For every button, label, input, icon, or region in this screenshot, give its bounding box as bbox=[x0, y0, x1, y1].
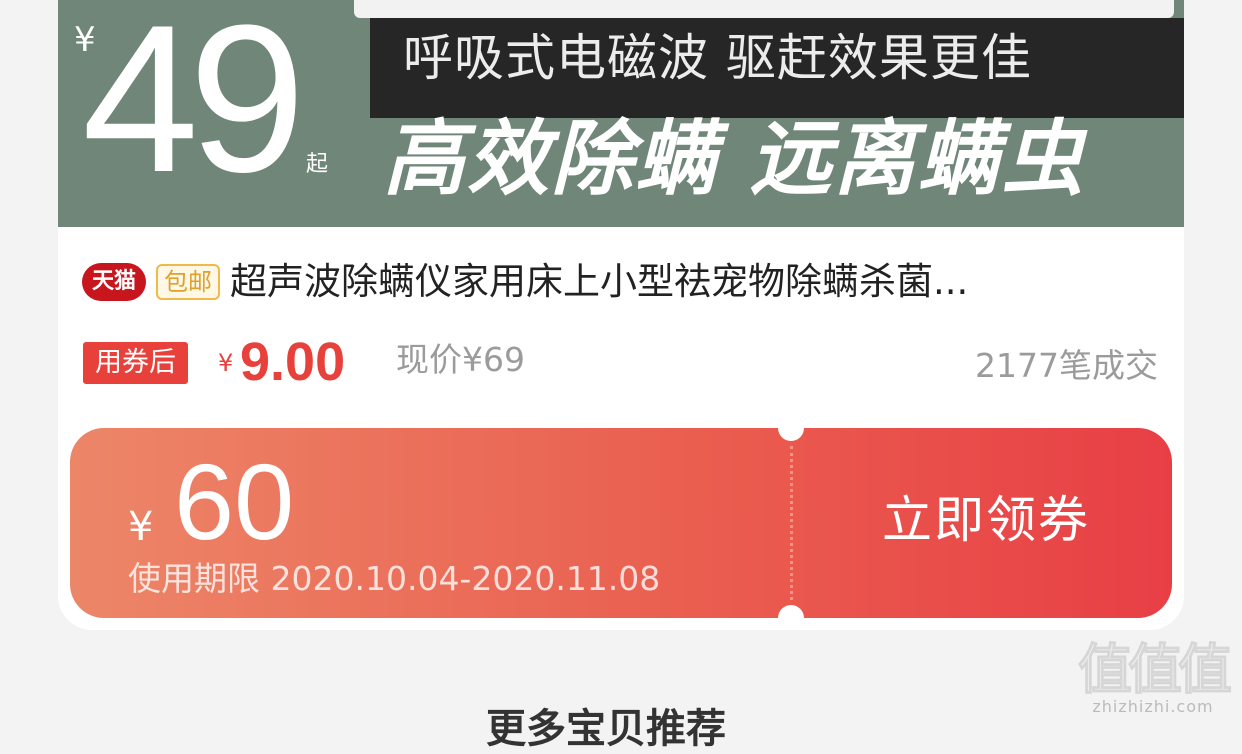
more-recommendations-heading: 更多宝贝推荐 bbox=[486, 706, 726, 752]
banner-tagline: 呼吸式电磁波 驱赶效果更佳 bbox=[403, 29, 1032, 87]
sales-count: 2177笔成交 bbox=[975, 346, 1158, 385]
product-title-row[interactable]: 天猫 包邮 超声波除螨仪家用床上小型祛宠物除螨杀菌... bbox=[82, 258, 1162, 306]
ticket-notch-top bbox=[778, 428, 804, 441]
ticket-perforation bbox=[790, 446, 793, 600]
banner-price: 49 bbox=[82, 0, 306, 216]
watermark-url: zhizhizhi.com bbox=[1092, 697, 1214, 716]
coupon-amount: 60 bbox=[174, 441, 295, 562]
after-coupon-price: 9.00 bbox=[240, 332, 346, 392]
product-card[interactable]: 呼吸式电磁波 驱赶效果更佳 高效除螨 远离螨虫 ¥ 49 起 天猫 包邮 超声波… bbox=[58, 0, 1184, 630]
product-title[interactable]: 超声波除螨仪家用床上小型祛宠物除螨杀菌... bbox=[230, 259, 968, 305]
claim-coupon-button[interactable]: 立即领券 bbox=[882, 490, 1090, 550]
banner-device-edge bbox=[354, 0, 1174, 18]
after-coupon-yen: ¥ bbox=[218, 349, 234, 377]
banner-price-suffix: 起 bbox=[306, 152, 329, 177]
coupon-validity: 使用期限 2020.10.04-2020.11.08 bbox=[128, 559, 661, 598]
free-shipping-badge: 包邮 bbox=[156, 264, 221, 300]
banner-headline: 高效除螨 远离螨虫 bbox=[383, 112, 1086, 207]
current-price: 现价¥69 bbox=[396, 340, 525, 379]
coupon-yen-symbol: ¥ bbox=[128, 504, 154, 550]
product-banner-image[interactable]: 呼吸式电磁波 驱赶效果更佳 高效除螨 远离螨虫 ¥ 49 起 bbox=[58, 0, 1184, 227]
watermark-glyphs: 值值值 bbox=[1078, 638, 1233, 701]
coupon-ticket[interactable]: ¥ 60 使用期限 2020.10.04-2020.11.08 立即领券 bbox=[70, 428, 1172, 618]
tmall-badge: 天猫 bbox=[82, 263, 147, 301]
watermark-logo: 值值值 zhizhizhi.com bbox=[1078, 638, 1233, 716]
ticket-notch-bottom bbox=[778, 605, 804, 618]
after-coupon-label: 用券后 bbox=[83, 342, 188, 384]
